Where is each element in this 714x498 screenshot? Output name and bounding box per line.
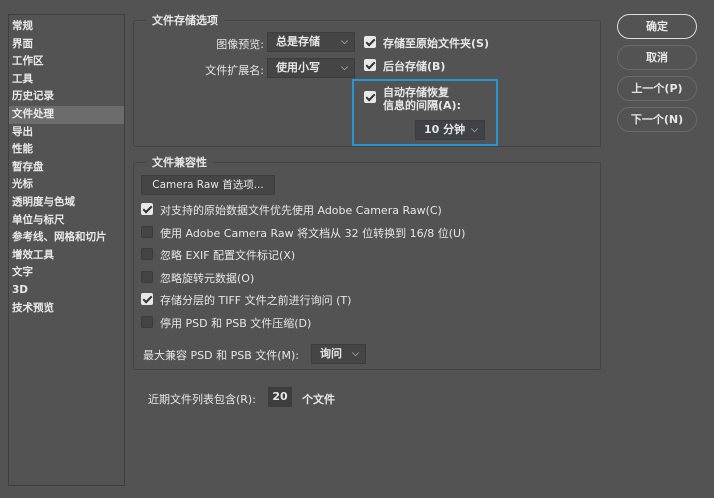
file-extension-dropdown[interactable]: 使用小写 ⌵ bbox=[267, 58, 355, 78]
sidebar-item[interactable]: 导出 bbox=[9, 124, 124, 142]
sidebar-item[interactable]: 界面 bbox=[9, 36, 124, 54]
sidebar-item[interactable]: 性能 bbox=[9, 141, 124, 159]
save-to-original-label: 存储至原始文件夹(S) bbox=[383, 37, 489, 50]
compat-option-label: 忽略 EXIF 配置文件标记(X) bbox=[160, 249, 296, 262]
previous-button[interactable]: 上一个(P) bbox=[617, 76, 697, 101]
sidebar-item[interactable]: 工作区 bbox=[9, 53, 124, 71]
sidebar-item[interactable]: 参考线、网格和切片 bbox=[9, 229, 124, 247]
sidebar-item[interactable]: 暂存盘 bbox=[9, 159, 124, 177]
sidebar-item[interactable]: 技术预览 bbox=[9, 300, 124, 318]
recent-files-suffix: 个文件 bbox=[302, 393, 335, 406]
sidebar-item[interactable]: 文件处理 bbox=[9, 105, 124, 124]
chevron-down-icon: ⌵ bbox=[341, 37, 348, 47]
save-to-original-checkbox[interactable] bbox=[364, 36, 376, 48]
image-preview-label: 图像预览: bbox=[216, 38, 264, 51]
preferences-sidebar: 常规 界面 工作区 工具 历史记录 文件处理 导出 性能 暂存盘 光标 透明度与色域 单位与标尺 参考线… bbox=[8, 14, 125, 486]
autosave-label-line2: 信息的间隔(A): bbox=[383, 99, 461, 112]
compat-option-checkbox[interactable] bbox=[141, 270, 153, 283]
file-save-options-title: 文件存储选项 bbox=[146, 12, 224, 28]
file-extension-value: 使用小写 bbox=[276, 61, 320, 74]
chevron-down-icon: ⌵ bbox=[471, 125, 478, 135]
compat-option-label: 忽略旋转元数据(O) bbox=[160, 271, 255, 285]
sidebar-item[interactable]: 工具 bbox=[9, 71, 124, 89]
compat-option-checkbox[interactable] bbox=[141, 315, 153, 328]
max-compat-value: 询问 bbox=[320, 347, 342, 360]
recent-files-input[interactable]: 20 bbox=[268, 387, 292, 407]
background-save-checkbox[interactable] bbox=[364, 59, 376, 71]
sidebar-item[interactable]: 历史记录 bbox=[9, 88, 124, 106]
cancel-button[interactable]: 取消 bbox=[617, 45, 697, 70]
sidebar-item[interactable]: 透明度与色域 bbox=[9, 194, 124, 212]
sidebar-item[interactable]: 3D bbox=[9, 282, 124, 300]
chevron-down-icon: ⌵ bbox=[352, 349, 359, 359]
file-extension-label: 文件扩展名: bbox=[205, 64, 264, 77]
compat-option-checkbox[interactable] bbox=[141, 248, 153, 260]
autosave-interval-dropdown[interactable]: 10 分钟 ⌵ bbox=[415, 120, 485, 140]
background-save-label: 后台存储(B) bbox=[383, 60, 446, 73]
image-preview-value: 总是存储 bbox=[276, 35, 320, 48]
autosave-interval-value: 10 分钟 bbox=[424, 123, 466, 136]
sidebar-item[interactable]: 光标 bbox=[9, 176, 124, 194]
compat-option-checkbox[interactable] bbox=[141, 203, 153, 215]
compat-option-label: 停用 PSD 和 PSB 文件压缩(D) bbox=[160, 316, 312, 330]
recent-files-label: 近期文件列表包含(R): bbox=[148, 393, 256, 406]
compat-option-checkbox[interactable] bbox=[141, 225, 153, 238]
camera-raw-preferences-button[interactable]: Camera Raw 首选项... bbox=[141, 175, 275, 195]
sidebar-item[interactable]: 单位与标尺 bbox=[9, 212, 124, 230]
autosave-checkbox[interactable] bbox=[364, 91, 376, 103]
compat-option-label: 对支持的原始数据文件优先使用 Adobe Camera Raw(C) bbox=[160, 204, 442, 217]
max-compat-dropdown[interactable]: 询问 ⌵ bbox=[311, 344, 366, 364]
compat-option-label: 使用 Adobe Camera Raw 将文档从 32 位转换到 16/8 位(… bbox=[160, 226, 466, 240]
sidebar-item[interactable]: 文字 bbox=[9, 264, 124, 282]
compat-option-label: 存储分层的 TIFF 文件之前进行询问 (T) bbox=[160, 294, 352, 307]
sidebar-item[interactable]: 增效工具 bbox=[9, 247, 124, 265]
file-compatibility-title: 文件兼容性 bbox=[146, 154, 213, 170]
ok-button[interactable]: 确定 bbox=[617, 14, 697, 39]
max-compat-label: 最大兼容 PSD 和 PSB 文件(M): bbox=[143, 349, 300, 362]
next-button[interactable]: 下一个(N) bbox=[617, 107, 697, 132]
compat-option-checkbox[interactable] bbox=[141, 293, 153, 305]
sidebar-item[interactable]: 常规 bbox=[9, 18, 124, 36]
image-preview-dropdown[interactable]: 总是存储 ⌵ bbox=[267, 32, 355, 52]
chevron-down-icon: ⌵ bbox=[341, 63, 348, 73]
